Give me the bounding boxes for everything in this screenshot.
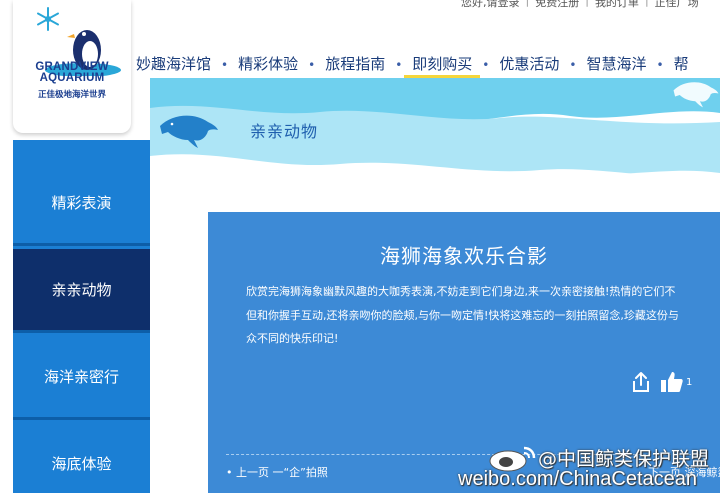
sidebar: 精彩表演 亲亲动物 海洋亲密行 海底体验 [13,140,150,493]
nav-item-help[interactable]: 帮 [666,52,697,78]
top-utility-links: 您好,请登录 | 免费注册 | 我的订单 | 正佳广场 [455,0,705,9]
dolphin-icon [160,115,218,148]
login-link[interactable]: 您好,请登录 [455,0,526,9]
nav-separator: • [221,58,229,72]
logo-wordmark: GRANDVIEW AQUARIUM [35,61,109,84]
plaza-link[interactable]: 正佳广场 [649,0,705,9]
nav-separator: • [482,58,490,72]
site-logo[interactable]: GRANDVIEW AQUARIUM 正佳极地海洋世界 [13,0,131,133]
content-description: 欣赏完海狮海象幽默风趣的大咖秀表演,不妨走到它们身边,来一次亲密接触!热情的它们… [246,285,679,345]
thumbs-up-icon[interactable] [660,370,684,394]
nav-separator: • [395,58,403,72]
wave-banner [150,78,720,198]
my-orders-link[interactable]: 我的订单 [589,0,645,9]
nav-item-buy[interactable]: 即刻购买 [404,52,481,78]
nav-separator: • [569,58,577,72]
nav-item-guide[interactable]: 旅程指南 [317,52,393,78]
nav-separator: • [656,58,664,72]
section-title: 亲亲动物 [250,122,319,141]
logo-chinese-name: 正佳极地海洋世界 [37,90,106,100]
sidebar-item-animal-encounters[interactable]: 亲亲动物 [13,249,150,333]
sidebar-item-ocean-tour[interactable]: 海洋亲密行 [13,336,150,420]
like-count: 1 [686,377,693,388]
content-title: 海狮海象欢乐合影 [380,244,548,268]
nav-item-promotions[interactable]: 优惠活动 [491,52,567,78]
sidebar-item-shows[interactable]: 精彩表演 [13,162,150,246]
dolphin-icon [673,82,719,108]
sidebar-item-undersea[interactable]: 海底体验 [13,423,150,493]
nav-item-aquarium[interactable]: 妙趣海洋馆 [128,52,219,78]
main-nav: 妙趣海洋馆 • 精彩体验 • 旅程指南 • 即刻购买 • 优惠活动 • 智慧海洋… [128,52,697,78]
nav-item-smart-ocean[interactable]: 智慧海洋 [578,52,654,78]
nav-separator: • [308,58,316,72]
watermark-url: weibo.com/ChinaCetacean [458,468,698,490]
wave-graphic [150,78,720,198]
watermark-text: @中国鲸类保护联盟 [538,448,710,470]
share-icon[interactable] [632,371,650,393]
prev-page-link[interactable]: • 上一页 一“企”拍照 [226,464,328,480]
register-link[interactable]: 免费注册 [529,0,585,9]
nav-item-experience[interactable]: 精彩体验 [230,52,306,78]
